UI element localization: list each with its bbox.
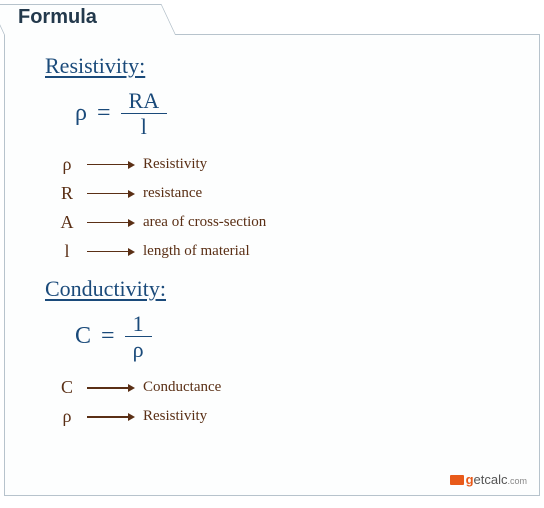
legend-row: C Conductance (55, 377, 523, 398)
tab-title: Formula (18, 6, 97, 29)
conductivity-title: Conductivity: (45, 276, 523, 302)
formula-equals: = (97, 100, 111, 127)
conductivity-legend: C Conductance ρ Resistivity (55, 377, 523, 427)
legend-row: l length of material (55, 241, 523, 262)
brand-tld: .com (507, 476, 527, 486)
legend-symbol: R (55, 183, 79, 204)
brand-letter: g (466, 472, 474, 487)
legend-symbol: ρ (55, 154, 79, 175)
arrow-icon (87, 384, 135, 392)
legend-desc: length of material (143, 243, 250, 260)
legend-row: A area of cross-section (55, 212, 523, 233)
legend-row: R resistance (55, 183, 523, 204)
resistivity-formula: ρ = RA l (75, 89, 523, 138)
formula-card: Formula Resistivity: ρ = RA l ρ Resistiv… (4, 4, 540, 466)
card-body: Resistivity: ρ = RA l ρ Resistivity R re… (4, 34, 540, 496)
formula-equals: = (101, 323, 115, 350)
formula-fraction: RA l (125, 89, 164, 138)
legend-symbol: l (55, 241, 79, 262)
formula-numerator: RA (125, 89, 164, 113)
arrow-icon (87, 413, 135, 421)
legend-desc: area of cross-section (143, 214, 266, 231)
arrow-icon (87, 161, 135, 169)
conductivity-formula: C = 1 ρ (75, 312, 523, 361)
legend-row: ρ Resistivity (55, 154, 523, 175)
brand-rest: etcalc (474, 472, 508, 487)
arrow-icon (87, 248, 135, 256)
resistivity-legend: ρ Resistivity R resistance A area of cro… (55, 154, 523, 262)
formula-denominator: l (121, 113, 168, 138)
resistivity-title: Resistivity: (45, 53, 523, 79)
formula-denominator: ρ (125, 336, 152, 361)
legend-row: ρ Resistivity (55, 406, 523, 427)
formula-numerator: 1 (129, 312, 148, 336)
legend-symbol: C (55, 377, 79, 398)
watermark: getcalc.com (450, 472, 527, 487)
legend-desc: Resistivity (143, 408, 207, 425)
calculator-icon (450, 475, 464, 485)
formula-lhs: C (75, 323, 91, 350)
formula-fraction: 1 ρ (129, 312, 148, 361)
arrow-icon (87, 190, 135, 198)
legend-desc: Resistivity (143, 156, 207, 173)
legend-symbol: ρ (55, 406, 79, 427)
formula-lhs: ρ (75, 100, 87, 127)
legend-desc: Conductance (143, 379, 221, 396)
legend-desc: resistance (143, 185, 202, 202)
legend-symbol: A (55, 212, 79, 233)
arrow-icon (87, 219, 135, 227)
